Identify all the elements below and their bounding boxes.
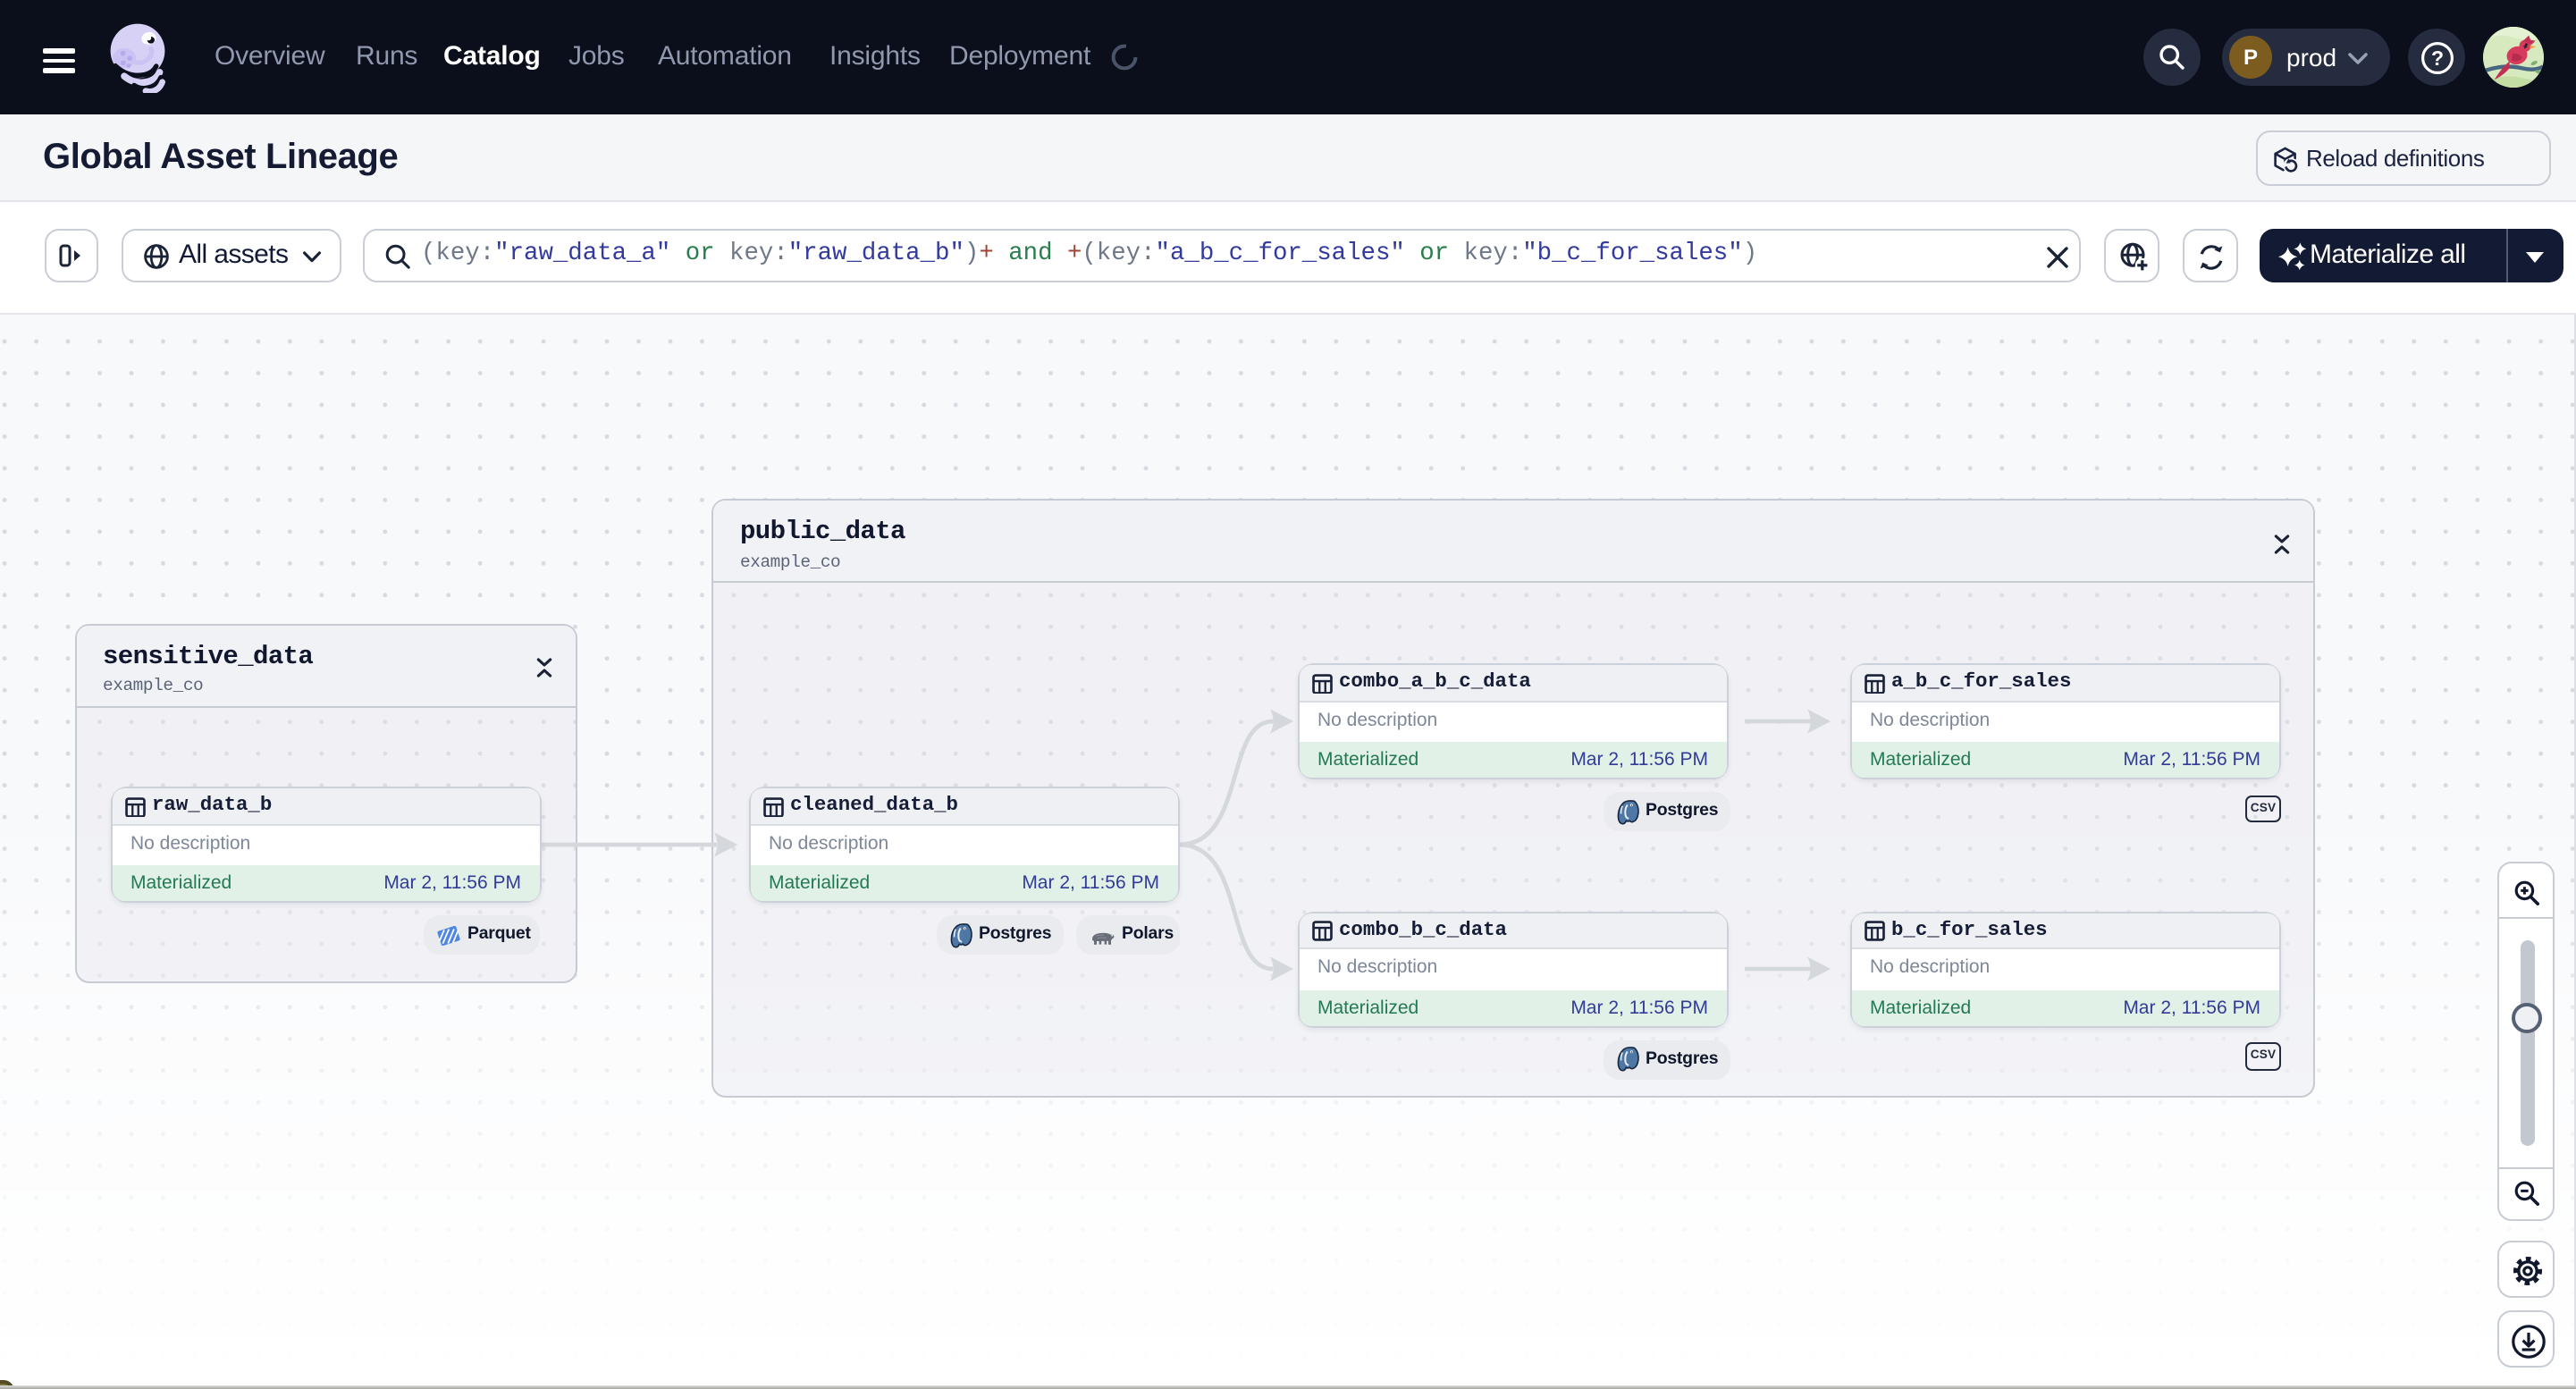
- svg-text:?: ?: [2431, 46, 2444, 70]
